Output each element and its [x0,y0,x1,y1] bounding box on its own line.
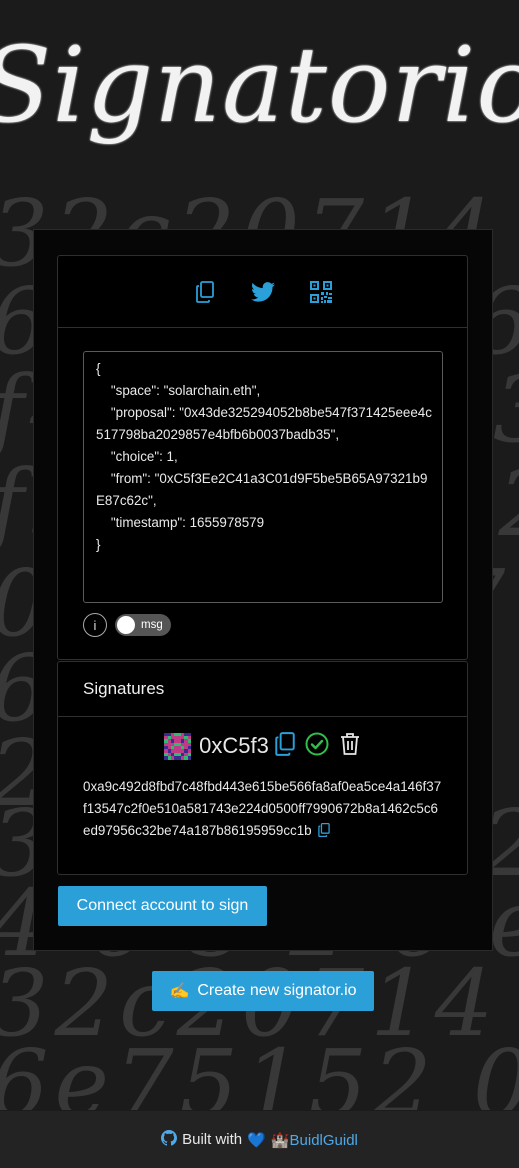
delete-signature-icon[interactable] [339,732,361,761]
footer: Built with 💙 🏰BuidlGuidl [0,1111,519,1168]
msg-toggle[interactable]: msg [115,614,171,636]
heart-icon: 💙 [247,1131,266,1149]
verified-check-icon [305,732,329,761]
copy-signature-icon[interactable] [318,822,331,844]
signature-value: 0xa9c492d8fbd7c48fbd443e615be566fa8af0ea… [83,776,443,844]
copy-address-icon[interactable] [275,731,295,761]
footer-built-with: Built with [182,1131,243,1148]
signature-hex: 0xa9c492d8fbd7c48fbd443e615be566fa8af0ea… [83,779,442,838]
toggle-label: msg [141,619,163,631]
create-new-label: Create new signator.io [197,982,357,999]
bg-digit-line: 6e75152 00 [0,1030,519,1110]
share-toolbar [58,256,467,328]
writing-hand-icon: ✍️ [169,983,190,1000]
blockie-avatar [164,732,192,760]
connect-account-button[interactable]: Connect account to sign [58,886,267,926]
qr-code-icon[interactable] [309,280,333,304]
castle-icon: 🏰 [270,1131,290,1149]
message-textarea[interactable]: { "space": "solarchain.eth", "proposal":… [83,351,443,603]
info-button[interactable]: i [83,613,107,637]
create-new-button[interactable]: ✍️ Create new signator.io [152,971,374,1011]
logo: Signatorio [0,0,519,170]
message-card: { "space": "solarchain.eth", "proposal":… [57,255,468,660]
signer-address[interactable]: 0xC5f3 [199,733,269,759]
buidlguidl-link[interactable]: 🏰BuidlGuidl [271,1131,358,1149]
twitter-icon[interactable] [250,280,275,304]
logo-text: Signatorio [0,24,519,146]
copy-icon[interactable] [193,280,217,304]
buidlguidl-label: BuidlGuidl [289,1131,358,1149]
signature-address-row: 0xC5f3 [58,730,467,762]
toggle-knob [117,616,135,634]
signatures-heading: Signatures [58,662,467,717]
github-icon[interactable] [161,1129,178,1150]
signatures-card: Signatures 0xC5f3 0xa9c492d8fbd7c48fbd44… [57,661,468,875]
